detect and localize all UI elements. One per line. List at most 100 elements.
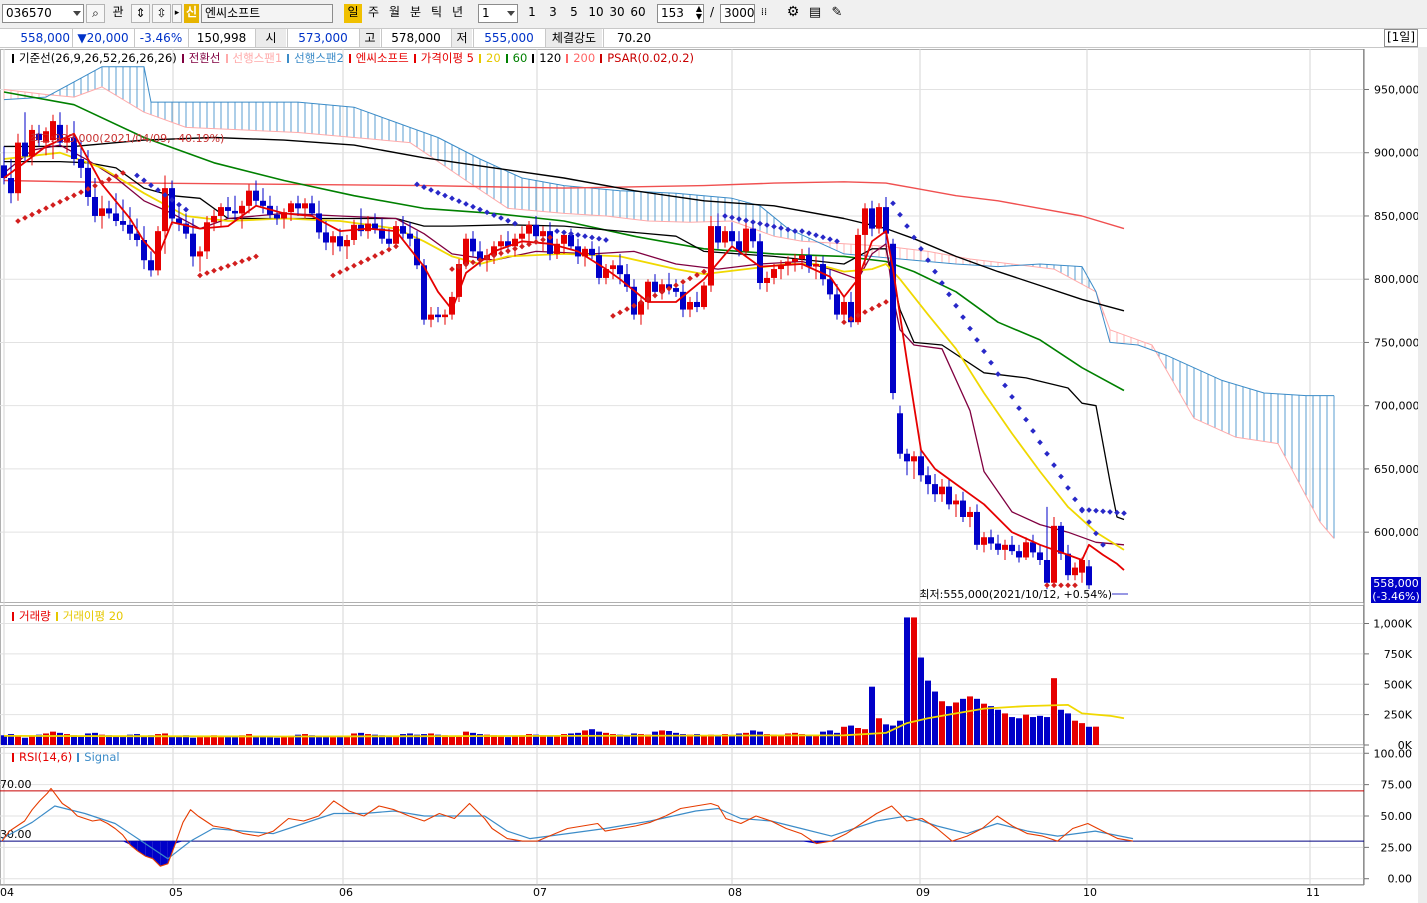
volume-bar xyxy=(1093,726,1099,745)
candle-up xyxy=(344,239,350,247)
candle-up xyxy=(708,226,714,286)
volume-bar xyxy=(596,731,602,745)
low-annotation: 최저:555,000(2021/10/12, +0.54%) xyxy=(919,588,1112,601)
candle-up xyxy=(561,234,567,244)
volume-bar xyxy=(512,735,518,745)
volume-legend-label: 거래이평 20 xyxy=(62,609,124,623)
chart-canvas[interactable]: 04 05 06 07 08 09 10 11 950,000 900,000 850,000 800… xyxy=(0,0,1418,903)
volume-bar xyxy=(778,735,784,745)
volume-bar xyxy=(232,737,238,745)
price-tick-label: 750,000 xyxy=(1374,336,1418,349)
main-legend-item[interactable]: 120 xyxy=(532,51,561,65)
candle-down xyxy=(883,207,889,234)
candle-up xyxy=(953,500,959,505)
main-legend-item[interactable]: 선행스팬2 xyxy=(287,51,344,65)
candle-up xyxy=(1023,542,1029,558)
volume-bar xyxy=(946,706,952,745)
volume-bar xyxy=(204,736,210,745)
candle-down xyxy=(253,190,259,201)
volume-legend-item[interactable]: 거래량 xyxy=(12,609,51,623)
main-legend-item[interactable]: 200 xyxy=(566,51,595,65)
rsi-tick-label: 0.00 xyxy=(1388,873,1413,886)
candle-up xyxy=(610,265,616,270)
candle-up xyxy=(799,255,805,259)
rsi-legend-item[interactable]: RSI(14,6) xyxy=(12,750,72,764)
main-legend-label: 선행스팬2 xyxy=(294,51,344,65)
candle-up xyxy=(365,223,371,232)
x-month-label: 06 xyxy=(339,886,353,899)
main-legend-item[interactable]: 60 xyxy=(505,51,527,65)
main-legend: 기준선(26,9,26,52,26,26,26) 전환선 선행스팬1 선행스팬2 엔씨소… xyxy=(12,51,699,66)
legend-swatch-icon xyxy=(413,54,416,63)
volume-bar xyxy=(757,731,763,745)
candle-up xyxy=(288,203,294,213)
volume-bar xyxy=(281,736,287,745)
volume-bar xyxy=(162,733,168,745)
price-tick-label: 850,000 xyxy=(1374,210,1418,223)
volume-bar xyxy=(652,731,658,745)
candle-up xyxy=(246,190,252,206)
rsi-legend: RSI(14,6) Signal xyxy=(12,750,125,765)
volume-bar xyxy=(1044,717,1050,745)
legend-swatch-icon xyxy=(566,54,569,63)
main-legend-item[interactable]: PSAR(0.02,0.2) xyxy=(600,51,694,65)
candle-up xyxy=(701,285,707,308)
volume-bar xyxy=(813,735,819,745)
main-legend-label: 선행스팬1 xyxy=(232,51,283,65)
legend-swatch-icon xyxy=(287,54,290,63)
candle-down xyxy=(946,486,952,505)
price-tick-label: 900,000 xyxy=(1374,147,1418,160)
volume-bar xyxy=(1030,717,1036,745)
volume-bar xyxy=(729,735,735,745)
rsi-tick-label: 25.00 xyxy=(1381,841,1413,854)
volume-bar xyxy=(50,731,56,745)
candle-up xyxy=(939,486,945,495)
volume-bar xyxy=(141,735,147,745)
candle-up xyxy=(239,205,245,214)
volume-bar xyxy=(120,735,126,745)
volume-bar xyxy=(449,735,455,745)
right-scroll-strip[interactable] xyxy=(1418,47,1427,903)
y-axis-area xyxy=(1364,49,1418,903)
main-legend-item[interactable]: 20 xyxy=(479,51,501,65)
candle-down xyxy=(757,241,763,283)
candle-down xyxy=(316,213,322,233)
volume-bar xyxy=(988,706,994,745)
candle-down xyxy=(225,207,231,211)
candle-up xyxy=(197,251,203,257)
main-legend-item[interactable]: 엔씨소프트 xyxy=(348,51,409,65)
volume-bar xyxy=(323,736,329,745)
volume-bar xyxy=(498,736,504,745)
x-month-label: 07 xyxy=(533,886,547,899)
volume-bar xyxy=(603,732,609,745)
volume-bar xyxy=(1023,714,1029,745)
candle-down xyxy=(869,208,875,229)
volume-legend-item[interactable]: 거래이평 20 xyxy=(55,609,124,623)
volume-bar xyxy=(904,617,910,745)
volume-bar xyxy=(995,709,1001,745)
volume-bar xyxy=(911,617,917,745)
candle-up xyxy=(540,231,546,237)
legend-swatch-icon xyxy=(77,753,80,762)
main-legend-item[interactable]: 가격이평 5 xyxy=(413,51,474,65)
main-legend-item[interactable]: 전환선 xyxy=(181,51,221,65)
candle-down xyxy=(421,265,427,320)
volume-bar xyxy=(1016,718,1022,745)
candle-down xyxy=(925,475,931,485)
last-price-pct: (-3.46%) xyxy=(1372,590,1420,603)
candle-down xyxy=(92,196,98,216)
volume-bar xyxy=(827,730,833,745)
volume-bar xyxy=(176,735,182,745)
rsi-tick-label: 75.00 xyxy=(1381,779,1413,792)
candle-down xyxy=(960,500,966,517)
main-legend-item[interactable]: 기준선(26,9,26,52,26,26,26) xyxy=(12,51,177,65)
x-month-label: 08 xyxy=(728,886,742,899)
candle-down xyxy=(673,288,679,292)
volume-pane xyxy=(0,605,1364,745)
main-legend-item[interactable]: 선행스팬1 xyxy=(225,51,283,65)
candle-down xyxy=(106,208,112,214)
volume-bar xyxy=(960,698,966,745)
rsi-oversold-fill xyxy=(160,841,168,867)
rsi-legend-item[interactable]: Signal xyxy=(77,750,120,764)
volume-bar xyxy=(897,720,903,745)
